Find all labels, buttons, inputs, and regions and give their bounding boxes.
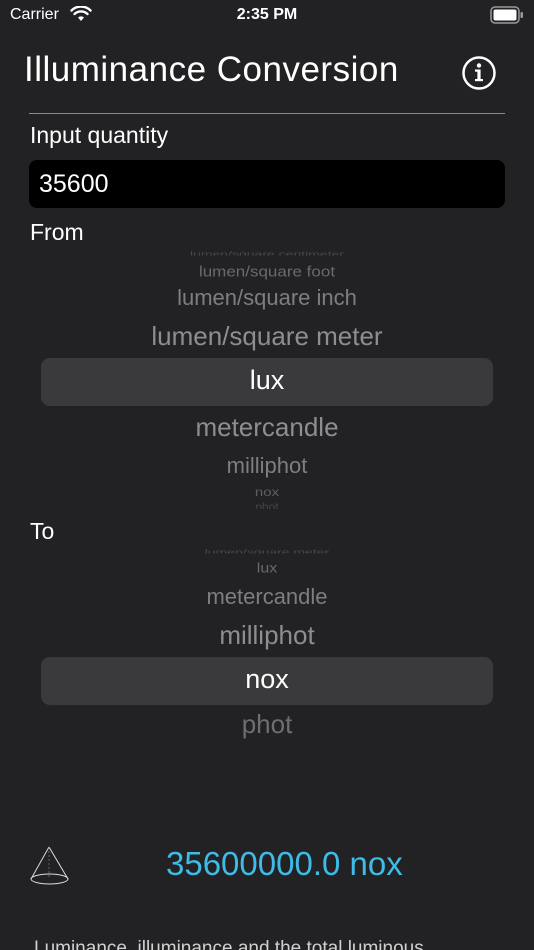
conversion-result: 35600000.0 nox xyxy=(166,845,403,882)
picker-selected-option[interactable]: lux xyxy=(41,365,493,396)
cone-icon xyxy=(28,845,72,892)
picker-option[interactable]: metercandle xyxy=(41,584,493,610)
battery-icon xyxy=(490,6,524,29)
page-title: Illuminance Conversion xyxy=(24,50,399,89)
screen: Carrier 2:35 PM Illuminance Conversion I… xyxy=(0,0,534,950)
footer-text: Luminance, illuminance and the total lum… xyxy=(34,938,424,950)
header-divider xyxy=(29,113,505,114)
clock: 2:35 PM xyxy=(236,6,298,23)
input-quantity-field[interactable]: 35600 xyxy=(29,160,505,208)
picker-option[interactable]: milliphot xyxy=(41,453,493,479)
picker-option[interactable]: lumen/square inch xyxy=(41,285,493,311)
picker-option[interactable]: lux xyxy=(41,561,493,576)
to-unit-picker[interactable]: lumen/square meter lux metercandle milli… xyxy=(41,548,493,748)
picker-option[interactable]: lumen/square meter xyxy=(41,548,493,553)
to-label: To xyxy=(30,518,55,544)
info-circle-icon xyxy=(462,56,496,90)
picker-selected-option[interactable]: nox xyxy=(41,664,493,695)
status-bar: Carrier 2:35 PM xyxy=(0,0,534,30)
picker-option[interactable]: phot xyxy=(41,709,493,740)
picker-option[interactable]: nox xyxy=(41,486,493,500)
input-quantity-label: Input quantity xyxy=(30,122,169,148)
from-label: From xyxy=(30,219,84,245)
picker-option[interactable]: lumen/square foot xyxy=(41,264,493,281)
picker-option[interactable]: phot xyxy=(41,501,493,509)
picker-option[interactable]: metercandle xyxy=(41,412,493,443)
from-unit-picker[interactable]: lumen/square centimeter lumen/square foo… xyxy=(41,250,493,512)
info-button[interactable] xyxy=(461,55,497,91)
picker-option[interactable]: lumen/square meter xyxy=(41,321,493,352)
picker-option[interactable]: milliphot xyxy=(41,620,493,651)
picker-option[interactable]: lumen/square centimeter xyxy=(41,250,493,256)
